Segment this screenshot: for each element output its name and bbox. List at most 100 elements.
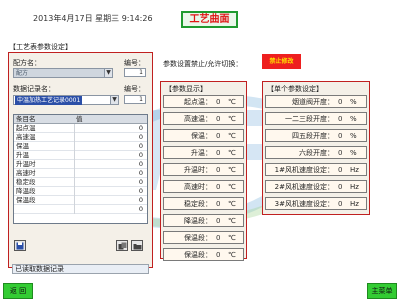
display-row-unit: ℃: [228, 149, 236, 157]
recipe-name-select[interactable]: 配方 ▼: [13, 68, 113, 78]
display-row-label: 保温段：: [184, 234, 212, 242]
table-row[interactable]: 高速温 0: [14, 133, 147, 142]
display-row-unit: ℃: [228, 234, 236, 242]
display-row-value: 0: [216, 183, 221, 191]
display-row: 降温段： 0 ℃: [163, 214, 244, 227]
switch-label: 参数设置禁止/允许切换：: [163, 60, 243, 68]
param-row[interactable]: 3#风机速度设定： 0 Hz: [265, 197, 367, 210]
recipe-table[interactable]: 条目名 值 起点温 0 高速温 0 保温 0 升温 0 升温时 0 高速时 0 稳定段 0 降…: [13, 114, 148, 224]
param-row-label: 六段开度：: [299, 149, 334, 157]
display-row-unit: ℃: [228, 200, 236, 208]
record-name-label: 数据记录名：: [13, 85, 55, 93]
display-panel-title: 【参数显示】: [165, 85, 207, 93]
save-button[interactable]: [14, 240, 26, 251]
display-row-value: 0: [216, 166, 221, 174]
display-row-label: 稳定段：: [184, 200, 212, 208]
row-name: 起点温: [16, 124, 36, 132]
param-row-unit: Hz: [350, 200, 359, 208]
row-value: 0: [138, 124, 143, 132]
param-row-unit: %: [350, 149, 357, 157]
display-row-label: 升温时：: [184, 166, 212, 174]
display-row: 高速温： 0 ℃: [163, 112, 244, 125]
load-button[interactable]: [131, 240, 143, 251]
column-header-name: 条目名: [16, 115, 36, 123]
table-row[interactable]: 降温段 0: [14, 187, 147, 196]
row-value: 0: [138, 133, 143, 141]
datetime-display: 2013年4月17日 星期三 9:14:26: [33, 14, 153, 23]
table-row[interactable]: 稳定段 0: [14, 178, 147, 187]
row-name: 保温: [16, 142, 29, 150]
display-row: 稳定段： 0 ℃: [163, 197, 244, 210]
display-row-label: 保温：: [191, 132, 212, 140]
param-row-value[interactable]: 0: [338, 164, 342, 175]
parameter-display-panel: 【参数显示】 起点温： 0 ℃ 高速温： 0 ℃ 保温： 0 ℃ 升温： 0 ℃ 升温时： 0 ℃ 高速时： 0…: [160, 81, 247, 261]
main-menu-button[interactable]: 主菜单: [367, 283, 397, 299]
param-row-value[interactable]: 0: [338, 96, 342, 107]
display-row: 升温： 0 ℃: [163, 146, 244, 159]
param-row[interactable]: 1#风机速度设定： 0 Hz: [265, 163, 367, 176]
row-value: 0: [138, 196, 143, 204]
param-row-unit: Hz: [350, 183, 359, 191]
row-value: 0: [138, 178, 143, 186]
row-name: 降温段: [16, 187, 36, 195]
display-row-label: 高速温：: [184, 115, 212, 123]
display-row-value: 0: [216, 149, 221, 157]
display-row-unit: ℃: [228, 183, 236, 191]
page-title: 工艺曲面: [181, 11, 238, 28]
display-row: 升温时： 0 ℃: [163, 163, 244, 176]
display-row-label: 降温段：: [184, 217, 212, 225]
row-name: 保温段: [16, 196, 36, 204]
display-row-value: 0: [216, 132, 221, 140]
recipe-no-field[interactable]: 1: [124, 68, 146, 77]
param-row[interactable]: 六段开度： 0%: [265, 146, 367, 159]
table-row[interactable]: 0: [14, 205, 147, 214]
row-value: 0: [138, 187, 143, 195]
row-name: 高速时: [16, 169, 36, 177]
display-row: 保温段： 0 ℃: [163, 231, 244, 244]
param-row-label: 2#风机速度设定：: [274, 183, 334, 191]
display-row-unit: ℃: [228, 217, 236, 225]
param-row-value[interactable]: 0: [338, 198, 342, 209]
display-row-value: 0: [216, 98, 221, 106]
display-row-value: 0: [216, 200, 221, 208]
display-row-unit: ℃: [228, 132, 236, 140]
column-header-value: 值: [76, 115, 83, 123]
display-row-label: 高速时：: [184, 183, 212, 191]
record-no-field[interactable]: 1: [124, 95, 146, 104]
display-row-unit: ℃: [228, 251, 236, 259]
row-value: 0: [138, 151, 143, 159]
row-value: 0: [138, 160, 143, 168]
copy-button[interactable]: [116, 240, 128, 251]
table-row[interactable]: 保温 0: [14, 142, 147, 151]
table-row[interactable]: 升温时 0: [14, 160, 147, 169]
param-row-label: 3#风机速度设定：: [274, 200, 334, 208]
back-button[interactable]: 返 回: [3, 283, 33, 299]
param-row[interactable]: 四五段开度： 0%: [265, 129, 367, 142]
display-row-unit: ℃: [228, 166, 236, 174]
param-row-value[interactable]: 0: [338, 147, 342, 158]
edit-permission-toggle[interactable]: 禁止修改: [262, 54, 301, 69]
param-row-value[interactable]: 0: [338, 113, 342, 124]
param-row-value[interactable]: 0: [338, 130, 342, 141]
param-row[interactable]: 2#风机速度设定： 0 Hz: [265, 180, 367, 193]
display-row: 保温： 0 ℃: [163, 129, 244, 142]
display-row: 起点温： 0 ℃: [163, 95, 244, 108]
row-value: 0: [138, 142, 143, 150]
row-name: 升温时: [16, 160, 36, 168]
table-row[interactable]: 保温段 0: [14, 196, 147, 205]
param-row-label: 一二三段开度：: [285, 115, 334, 123]
table-row[interactable]: 起点温 0: [14, 124, 147, 133]
table-header: 条目名 值: [14, 115, 147, 124]
row-value: 0: [138, 205, 143, 213]
record-name-select[interactable]: 中温加热工艺记录0001 ▼: [13, 95, 119, 105]
param-row[interactable]: 一二三段开度： 0%: [265, 112, 367, 125]
table-row[interactable]: 升温 0: [14, 151, 147, 160]
row-name: 稳定段: [16, 178, 36, 186]
row-name: 高速温: [16, 133, 36, 141]
table-row[interactable]: 高速时 0: [14, 169, 147, 178]
param-row[interactable]: 烟道阀开度： 0%: [265, 95, 367, 108]
param-row-value[interactable]: 0: [338, 181, 342, 192]
recipe-name-value: 配方: [16, 70, 29, 77]
row-name: 升温: [16, 151, 29, 159]
record-name-value: 中温加热工艺记录0001: [15, 96, 83, 105]
